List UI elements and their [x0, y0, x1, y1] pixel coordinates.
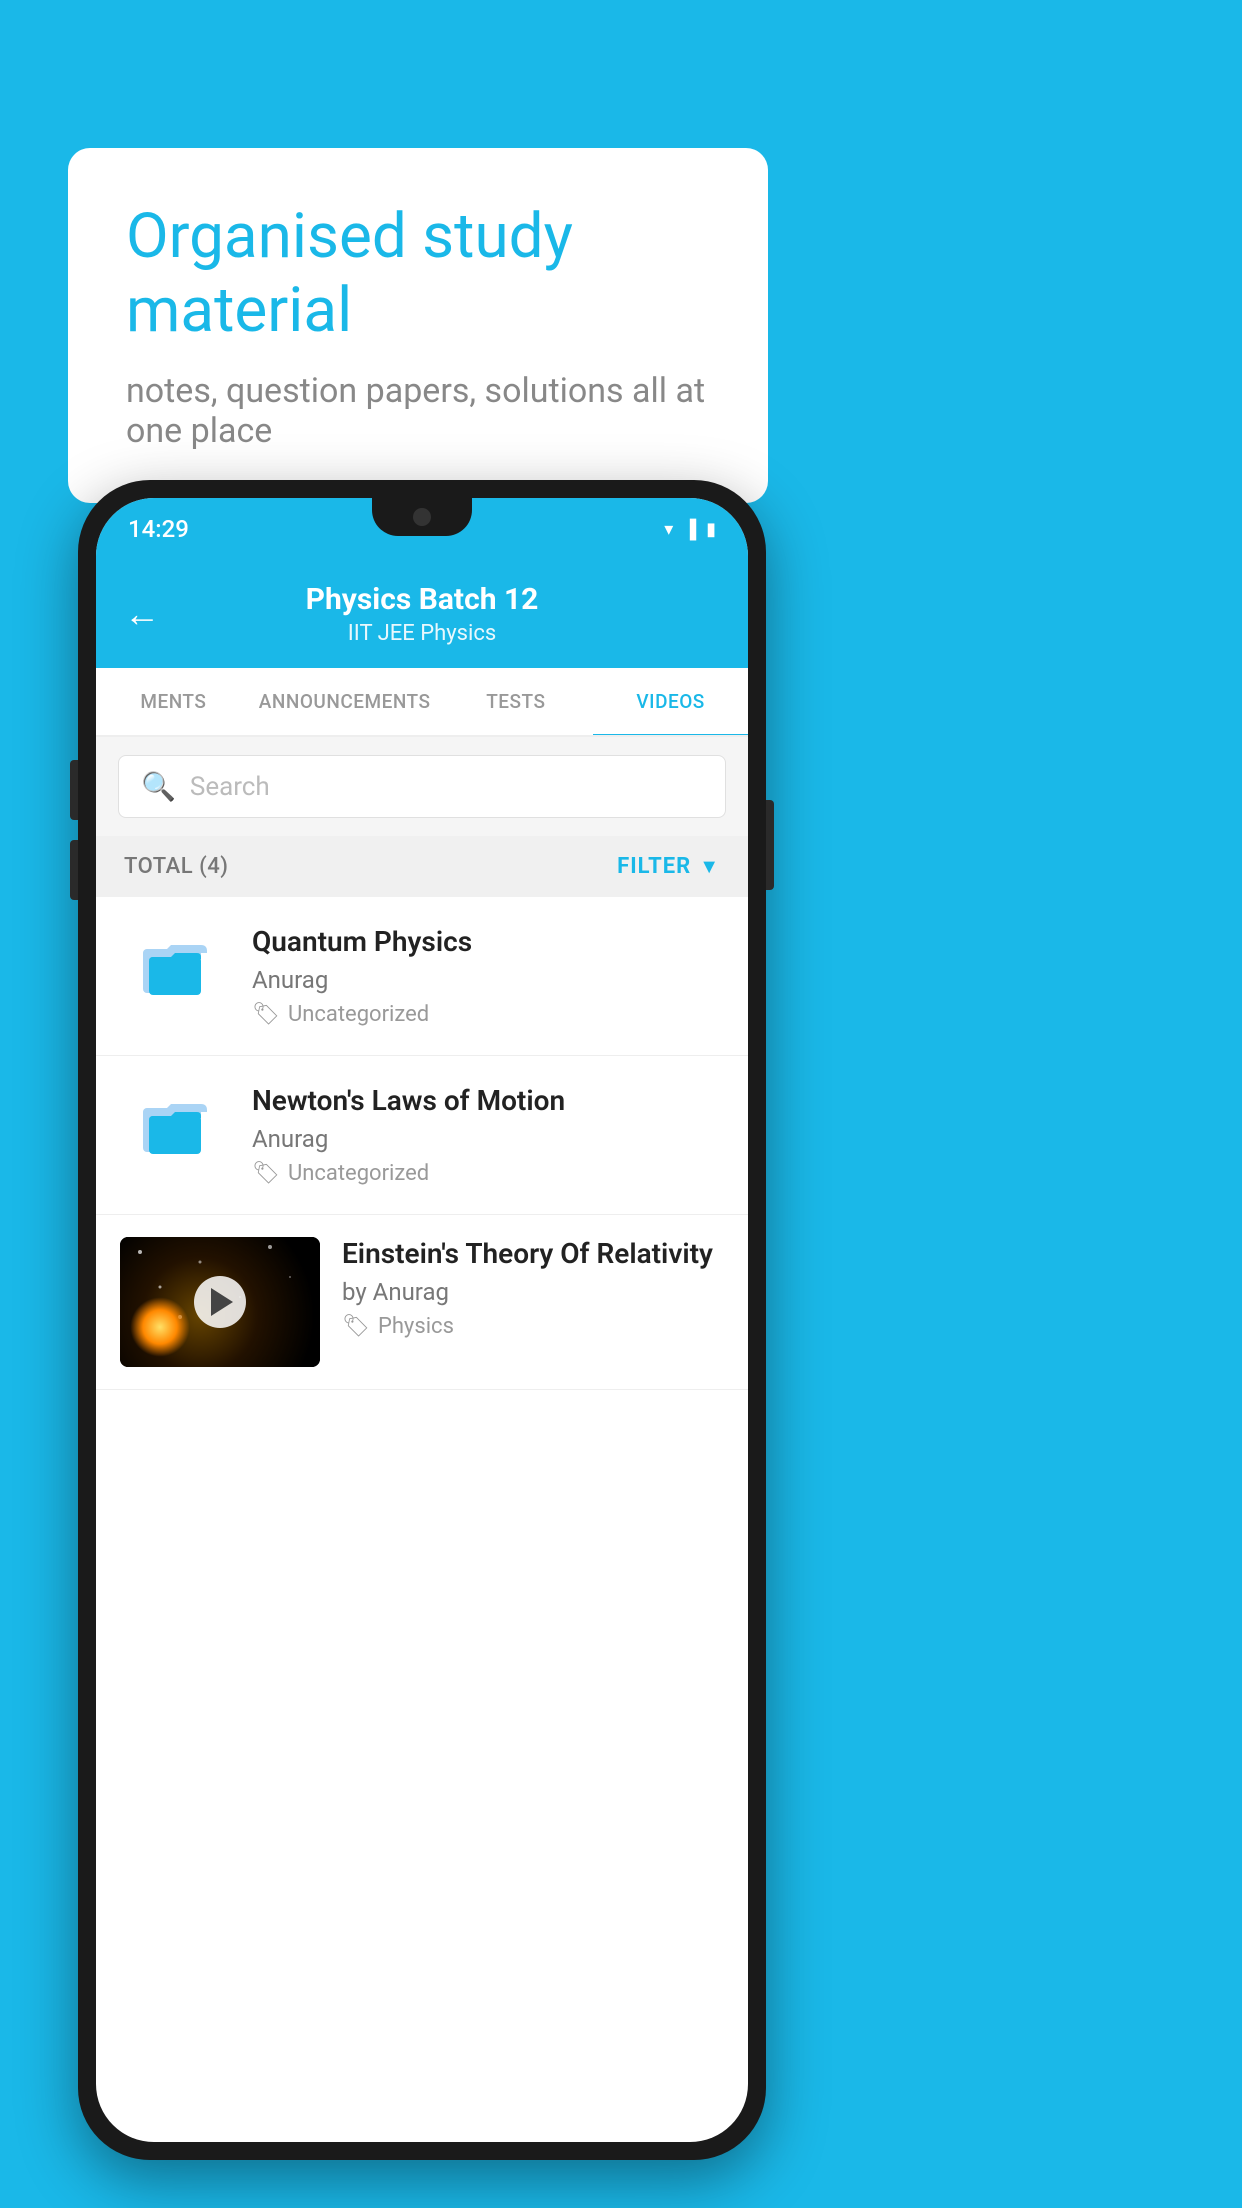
video-author: Anurag — [252, 1125, 724, 1153]
planet-glow — [130, 1297, 190, 1357]
speech-bubble-container: Organised study material notes, question… — [68, 148, 768, 503]
video-title: Newton's Laws of Motion — [252, 1084, 724, 1117]
front-camera — [413, 508, 431, 526]
notch — [372, 498, 472, 536]
wifi-icon: ▾ — [664, 519, 673, 540]
search-bar-container: 🔍 Search — [96, 737, 748, 836]
filter-button[interactable]: FILTER ▼ — [617, 854, 720, 879]
video-tag: 🏷 Uncategorized — [252, 1002, 724, 1027]
folder-icon-container — [120, 1084, 230, 1164]
tag-icon: 🏷 — [252, 1002, 280, 1027]
video-tag: 🏷 Uncategorized — [252, 1161, 724, 1186]
back-button[interactable]: ← — [124, 593, 160, 635]
filter-icon: ▼ — [699, 854, 720, 879]
video-info: Quantum Physics Anurag 🏷 Uncategorized — [252, 925, 724, 1027]
play-button[interactable] — [194, 1276, 246, 1328]
tag-icon: 🏷 — [252, 1161, 280, 1186]
search-bar[interactable]: 🔍 Search — [118, 755, 726, 818]
app-header: ← Physics Batch 12 IIT JEE Physics — [96, 560, 748, 668]
video-info: Newton's Laws of Motion Anurag 🏷 Uncateg… — [252, 1084, 724, 1186]
video-title: Quantum Physics — [252, 925, 724, 958]
speech-bubble-subtitle: notes, question papers, solutions all at… — [126, 371, 710, 451]
video-thumbnail — [120, 1237, 320, 1367]
speech-bubble-title: Organised study material — [126, 200, 710, 349]
video-title: Einstein's Theory Of Relativity — [342, 1237, 724, 1270]
video-info: Einstein's Theory Of Relativity by Anura… — [342, 1237, 724, 1339]
phone-outer: 14:29 ▾ ▐ ▮ ← Physics Batch 12 IIT JEE P… — [78, 480, 766, 2160]
list-item[interactable]: Newton's Laws of Motion Anurag 🏷 Uncateg… — [96, 1056, 748, 1215]
play-icon — [211, 1288, 233, 1316]
phone-screen: 14:29 ▾ ▐ ▮ ← Physics Batch 12 IIT JEE P… — [96, 498, 748, 2142]
video-tag: 🏷 Physics — [342, 1314, 724, 1339]
battery-icon: ▮ — [706, 519, 716, 540]
video-list: Quantum Physics Anurag 🏷 Uncategorized — [96, 897, 748, 1390]
status-time: 14:29 — [128, 515, 189, 543]
tab-announcements[interactable]: ANNOUNCEMENTS — [251, 668, 439, 735]
search-input[interactable]: Search — [190, 772, 270, 802]
signal-icon: ▐ — [683, 519, 696, 540]
header-title: Physics Batch 12 — [306, 582, 539, 617]
folder-icon — [139, 1090, 211, 1158]
power-button[interactable] — [766, 800, 774, 890]
header-subtitle: IIT JEE Physics — [306, 621, 539, 646]
filter-label: FILTER — [617, 854, 691, 879]
header-title-group: Physics Batch 12 IIT JEE Physics — [306, 582, 539, 646]
filter-bar: TOTAL (4) FILTER ▼ — [96, 836, 748, 897]
phone-container: 14:29 ▾ ▐ ▮ ← Physics Batch 12 IIT JEE P… — [78, 480, 766, 2160]
volume-up-button[interactable] — [70, 760, 78, 820]
tag-icon: 🏷 — [342, 1314, 370, 1339]
tab-tests[interactable]: TESTS — [438, 668, 593, 735]
speech-bubble: Organised study material notes, question… — [68, 148, 768, 503]
folder-icon — [139, 931, 211, 999]
status-bar: 14:29 ▾ ▐ ▮ — [96, 498, 748, 560]
tab-videos[interactable]: VIDEOS — [593, 668, 748, 735]
tabs-bar: MENTS ANNOUNCEMENTS TESTS VIDEOS — [96, 668, 748, 737]
tab-ments[interactable]: MENTS — [96, 668, 251, 735]
volume-down-button[interactable] — [70, 840, 78, 900]
video-author: Anurag — [252, 966, 724, 994]
list-item[interactable]: Quantum Physics Anurag 🏷 Uncategorized — [96, 897, 748, 1056]
folder-icon-container — [120, 925, 230, 1005]
video-author: by Anurag — [342, 1278, 724, 1306]
status-icons: ▾ ▐ ▮ — [664, 519, 716, 540]
total-count: TOTAL (4) — [124, 854, 228, 879]
search-icon: 🔍 — [141, 770, 176, 803]
list-item[interactable]: Einstein's Theory Of Relativity by Anura… — [96, 1215, 748, 1390]
